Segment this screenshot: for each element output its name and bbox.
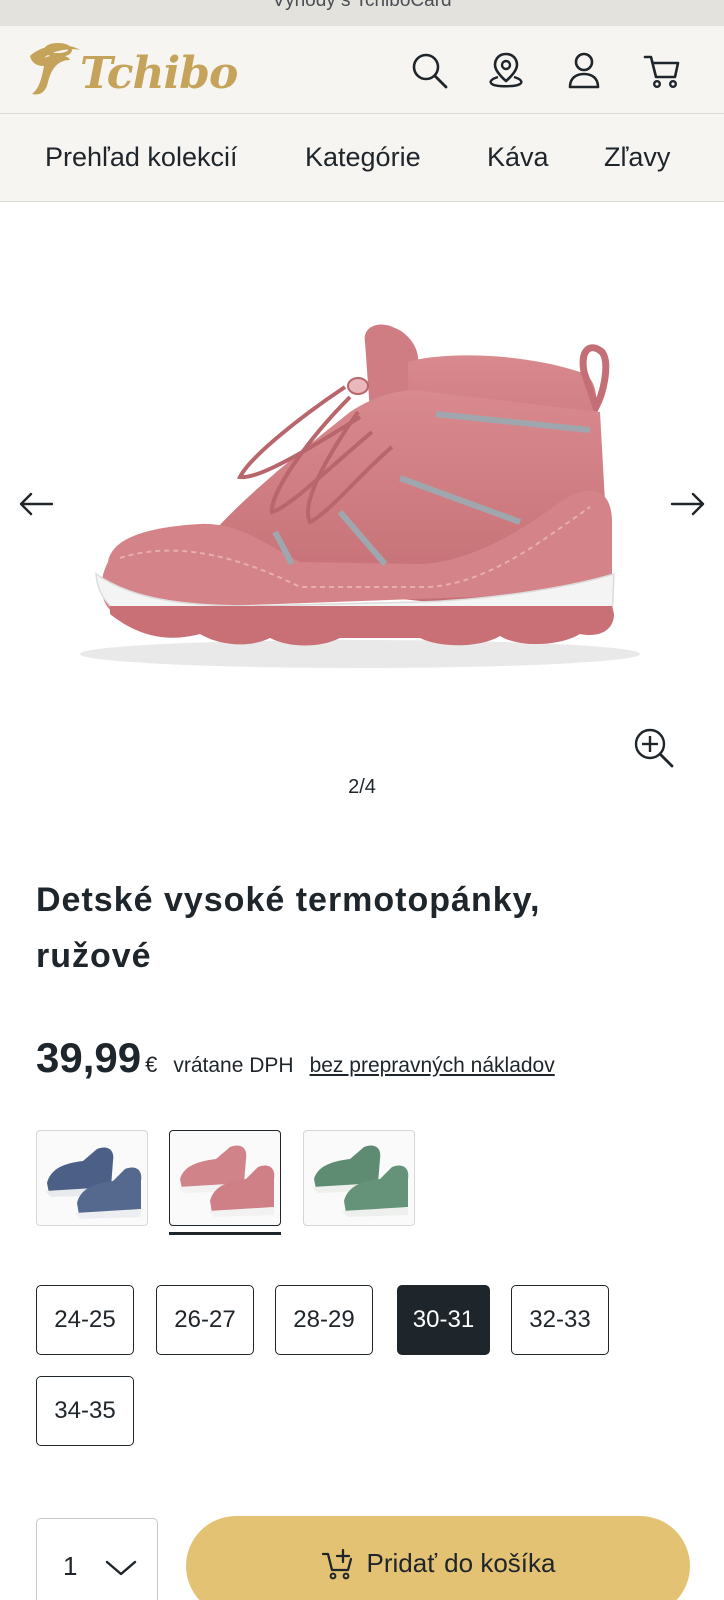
color-swatch-blue[interactable] <box>36 1130 148 1226</box>
size-option-32-33[interactable]: 32-33 <box>511 1285 609 1355</box>
color-swatch-green[interactable] <box>303 1130 415 1226</box>
promo-text: Výhody s TchiboCard <box>272 0 452 11</box>
quantity-select[interactable]: 1 <box>36 1518 158 1600</box>
size-option-30-31-selected[interactable]: 30-31 <box>397 1285 490 1355</box>
size-option-24-25[interactable]: 24-25 <box>36 1285 134 1355</box>
price-currency: € <box>145 1052 158 1077</box>
color-swatch-pink[interactable] <box>169 1130 281 1226</box>
account-icon[interactable] <box>560 46 608 94</box>
product-title: Detské vysoké termotopánky, ružové <box>36 881 541 975</box>
promo-banner[interactable]: Výhody s TchiboCard <box>0 0 724 26</box>
gallery-prev-button[interactable] <box>14 482 58 526</box>
gallery-counter: 2/4 <box>348 776 376 798</box>
zoom-in-icon <box>634 728 674 768</box>
arrow-right-icon <box>670 492 705 516</box>
add-to-cart-button[interactable]: Pridať do košíka <box>186 1516 690 1600</box>
selected-color-indicator <box>169 1232 281 1235</box>
swatch-image-green <box>312 1145 409 1217</box>
swatch-image-pink <box>178 1145 275 1217</box>
logo-wordmark: Tchibo <box>80 48 238 99</box>
tchibo-logo[interactable]: Tchibo <box>22 36 238 102</box>
vat-note: vrátane DPH <box>173 1054 294 1077</box>
shipping-link[interactable]: bez prepravných nákladov <box>310 1054 555 1078</box>
store-locator-icon[interactable] <box>482 46 530 94</box>
main-navigation: Prehľad kolekcií Kategórie Káva Zľavy <box>0 114 724 202</box>
price-row: 39,99 € vrátane DPH bez prepravných nákl… <box>36 1034 555 1084</box>
nav-item-collections[interactable]: Prehľad kolekcií <box>45 142 237 173</box>
quantity-value: 1 <box>63 1551 78 1581</box>
zoom-button[interactable] <box>632 726 676 770</box>
size-option-34-35[interactable]: 34-35 <box>36 1376 134 1446</box>
swatch-image-blue <box>45 1147 142 1219</box>
gallery-next-button[interactable] <box>666 482 710 526</box>
product-image[interactable] <box>0 202 724 722</box>
product-price: 39,99 <box>36 1034 142 1081</box>
product-gallery: 2/4 <box>0 202 724 822</box>
nav-item-coffee[interactable]: Káva <box>487 142 549 173</box>
size-option-28-29[interactable]: 28-29 <box>275 1285 373 1355</box>
chevron-down-icon <box>105 1560 137 1576</box>
arrow-left-icon <box>19 492 54 516</box>
cart-icon[interactable] <box>638 46 686 94</box>
size-option-26-27[interactable]: 26-27 <box>156 1285 254 1355</box>
add-to-cart-label: Pridať do košíka <box>366 1548 556 1578</box>
nav-item-sale[interactable]: Zľavy <box>604 142 670 173</box>
add-to-cart-icon <box>321 1548 352 1580</box>
search-icon[interactable] <box>405 46 453 94</box>
site-header: Tchibo <box>0 26 724 114</box>
nav-item-categories[interactable]: Kategórie <box>305 142 421 173</box>
